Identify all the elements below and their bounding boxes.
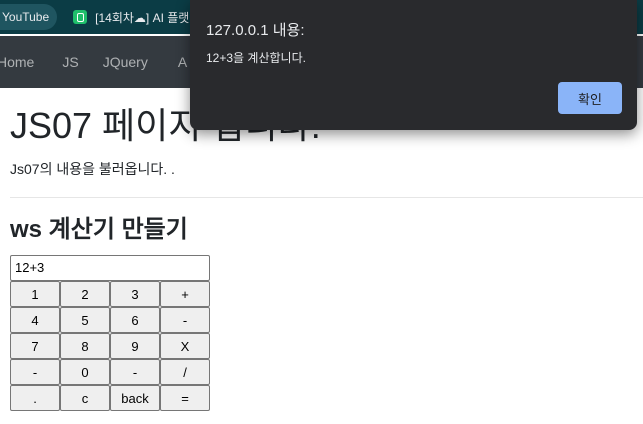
key-dash-left[interactable]: -: [10, 359, 60, 385]
key-7[interactable]: 7: [10, 333, 60, 359]
key-9[interactable]: 9: [110, 333, 160, 359]
alert-title: 127.0.0.1 내용:: [206, 22, 305, 39]
divider: [10, 197, 643, 198]
key-equals[interactable]: =: [160, 385, 210, 411]
alert-message: 12+3을 계산합니다.: [206, 51, 306, 65]
key-0[interactable]: 0: [60, 359, 110, 385]
alert-dialog: 127.0.0.1 내용: 12+3을 계산합니다. 확인: [190, 0, 637, 130]
key-plus[interactable]: +: [160, 281, 210, 307]
key-minus[interactable]: -: [160, 307, 210, 333]
key-3[interactable]: 3: [110, 281, 160, 307]
alert-ok-button[interactable]: 확인: [558, 82, 622, 114]
key-multiply[interactable]: X: [160, 333, 210, 359]
nav-link-next[interactable]: A: [178, 54, 187, 70]
key-clear[interactable]: c: [60, 385, 110, 411]
nav-link-home[interactable]: Home: [0, 54, 34, 70]
calculator-title: ws 계산기 만들기: [10, 216, 188, 243]
bookmark-label: YouTube: [2, 10, 50, 24]
key-1[interactable]: 1: [10, 281, 60, 307]
bookmark-youtube[interactable]: YouTube: [0, 4, 58, 30]
bookmark-label: [14회차☁] AI 플랫: [95, 10, 190, 25]
key-2[interactable]: 2: [60, 281, 110, 307]
bookmark-favicon-icon: [73, 10, 88, 24]
calculator-keypad: 1 2 3 + 4 5 6 - 7 8 9 X - 0 - / . c back…: [10, 281, 210, 411]
key-8[interactable]: 8: [60, 333, 110, 359]
nav-link-js[interactable]: JS: [62, 54, 78, 70]
key-decimal[interactable]: .: [10, 385, 60, 411]
page-lead: Js07의 내용을 불러옵니다. .: [10, 161, 175, 177]
nav-link-jquery[interactable]: JQuery: [103, 54, 148, 70]
key-4[interactable]: 4: [10, 307, 60, 333]
key-5[interactable]: 5: [60, 307, 110, 333]
key-divide[interactable]: /: [160, 359, 210, 385]
key-dash-right[interactable]: -: [110, 359, 160, 385]
calculator-display-input[interactable]: 12+3: [10, 255, 210, 281]
key-back[interactable]: back: [110, 385, 160, 411]
bookmark-ai-platform[interactable]: [14회차☁] AI 플랫: [67, 4, 195, 30]
key-6[interactable]: 6: [110, 307, 160, 333]
